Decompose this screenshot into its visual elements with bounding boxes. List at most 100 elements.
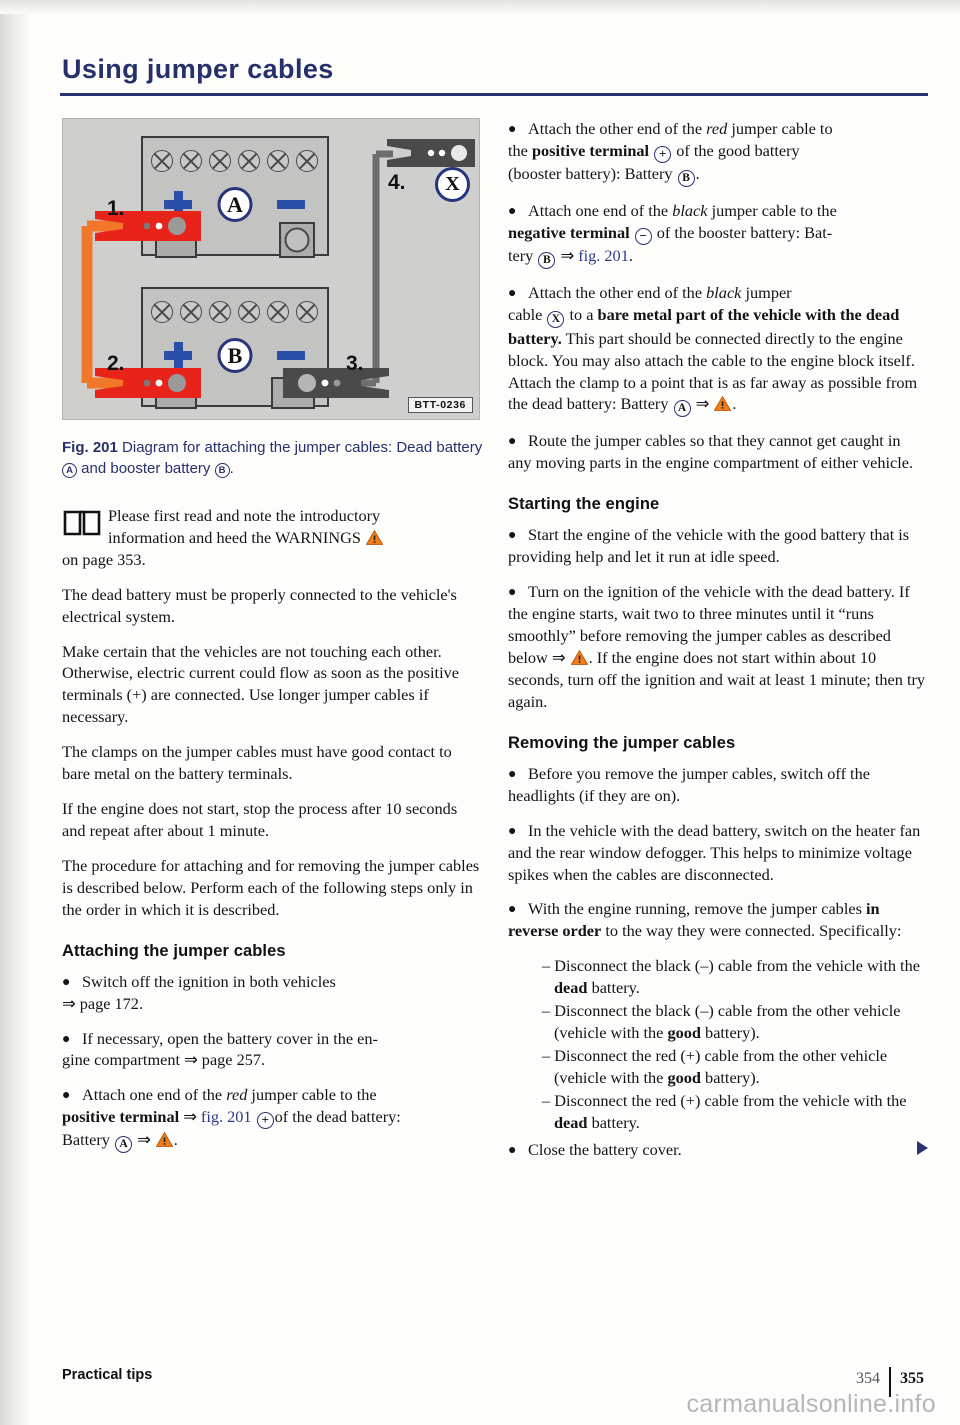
cell-icon bbox=[151, 301, 173, 323]
paragraph-clamps-contact: The clamps on the jumper cables must hav… bbox=[62, 742, 452, 784]
paragraph-procedure-order: The procedure for attaching and for remo… bbox=[62, 855, 480, 919]
disconnect-steps-list: – Disconnect the black (–) cable from th… bbox=[508, 955, 928, 1133]
subheading-attaching-cables: Attaching the jumper cables bbox=[62, 941, 286, 960]
bullet-dot bbox=[508, 768, 528, 782]
bullet-ignition-pageref: page 172. bbox=[79, 993, 144, 1013]
note-line-3: on page 353. bbox=[62, 549, 146, 569]
page-number-previous: 354 bbox=[856, 1370, 880, 1387]
warning-triangle-icon bbox=[570, 649, 588, 665]
bullet-red-bold: positive terminal bbox=[62, 1107, 180, 1127]
clamp-black-booster-negative bbox=[281, 364, 391, 407]
caption-badge-a: A bbox=[62, 463, 77, 479]
battery-badge-b: B bbox=[677, 169, 695, 187]
bullet-open-battery-cover: If necessary, open the battery cover in … bbox=[62, 1028, 482, 1072]
bullet-dot bbox=[508, 586, 528, 600]
bullet-red-text: Attach one end of the bbox=[82, 1085, 223, 1105]
warning-triangle-icon bbox=[155, 1131, 174, 1148]
bullet-ignition-text: Switch off the ignition in both vehicles bbox=[82, 971, 336, 991]
figure-caption-text: Diagram for attaching the jumper cables:… bbox=[122, 439, 483, 456]
bullet-red-other-text-2: jumper cable to bbox=[731, 119, 833, 138]
step-number-1: 1. bbox=[107, 197, 125, 220]
bullet-red-text-2: jumper cable to the bbox=[251, 1085, 377, 1105]
bullet-black-other-emphasis: black bbox=[706, 282, 742, 302]
cell-icon bbox=[209, 301, 231, 323]
ground-point-badge-x: X bbox=[547, 310, 565, 328]
page-number-current: 355 bbox=[900, 1370, 924, 1387]
paragraph-dead-battery: The dead battery must be properly connec… bbox=[62, 584, 457, 626]
dash-text-end: battery. bbox=[591, 1112, 640, 1132]
bullet-dot bbox=[508, 825, 528, 839]
jumper-cable-diagram: A B 1. 2. 3. 4. X BTT-0236 bbox=[62, 118, 480, 420]
bullet-dot bbox=[508, 435, 528, 449]
warning-triangle-icon bbox=[365, 529, 384, 545]
left-column: Please first read and note the introduct… bbox=[62, 505, 482, 1166]
battery-a-cells bbox=[151, 150, 318, 172]
bullet-route-text: Route the jumper cables so that they can… bbox=[508, 431, 914, 473]
figure-crossref-link[interactable]: fig. 201 bbox=[578, 246, 629, 265]
bullet-close-cover: Close the battery cover. bbox=[508, 1139, 928, 1161]
book-icon bbox=[62, 508, 102, 538]
figure-caption-label: Fig. 201 bbox=[62, 439, 118, 456]
cell-icon bbox=[238, 150, 260, 172]
battery-badge-a: A bbox=[115, 1136, 132, 1154]
dash-bold: good bbox=[667, 1022, 701, 1042]
cell-icon bbox=[267, 150, 289, 172]
warning-triangle-icon bbox=[713, 395, 732, 412]
bullet-start-engine: Start the engine of the vehicle with the… bbox=[508, 524, 928, 568]
title-rule bbox=[60, 93, 928, 96]
bullet-dot bbox=[508, 903, 528, 917]
dash-text-end: battery). bbox=[705, 1022, 760, 1042]
page-edge-shadow-left bbox=[0, 0, 30, 1425]
right-column: Attach the other end of the red jumper c… bbox=[508, 118, 928, 1174]
bullet-black-other-text-5: This part should be connected directly t… bbox=[508, 328, 918, 414]
bullet-dot bbox=[508, 529, 528, 543]
battery-a-negative-post bbox=[279, 222, 315, 258]
minus-terminal-icon bbox=[277, 200, 305, 209]
battery-b-cells bbox=[151, 301, 318, 323]
page-edge-shadow-top bbox=[0, 0, 960, 14]
caption-badge-b: B bbox=[214, 463, 230, 479]
bullet-red-text-3: of the dead battery: bbox=[274, 1107, 401, 1127]
bullet-reverse-text-2: to the way they were connected. Specific… bbox=[605, 921, 902, 941]
bullet-switch-off-headlights: Before you remove the jumper cables, swi… bbox=[508, 763, 928, 807]
bullet-red-other-bold: positive terminal bbox=[531, 140, 650, 160]
bullet-black-one-text-4: tery bbox=[508, 245, 534, 265]
bullet-black-other-text-3: cable bbox=[508, 304, 543, 324]
dash-text-end: battery). bbox=[705, 1067, 760, 1087]
bullet-dot bbox=[62, 976, 82, 990]
cell-icon bbox=[180, 150, 202, 172]
step-number-2: 2. bbox=[107, 352, 125, 375]
dash-bold: good bbox=[667, 1067, 701, 1087]
bullet-attach-red-dead: Attach one end of the red jumper cable t… bbox=[62, 1084, 482, 1154]
figure-code: BTT-0236 bbox=[407, 397, 473, 413]
bullet-dot bbox=[508, 1144, 528, 1158]
note-line-2: information and heed the WARNINGS bbox=[108, 527, 361, 547]
bullet-dot bbox=[508, 287, 528, 301]
figure-crossref-link[interactable]: fig. 201 bbox=[201, 1107, 252, 1126]
cell-icon bbox=[296, 150, 318, 172]
page-title: Using jumper cables bbox=[62, 54, 334, 84]
watermark: carmanualsonline.info bbox=[686, 1390, 936, 1418]
bullet-black-other-text-2: jumper bbox=[745, 282, 792, 302]
bullet-cover-text-2: gine compartment bbox=[62, 1050, 180, 1070]
bullet-black-other-text: Attach the other end of the bbox=[528, 282, 703, 302]
step-number-3: 3. bbox=[346, 352, 364, 375]
negative-terminal-icon: − bbox=[634, 227, 652, 245]
bullet-turn-on-ignition: Turn on the ignition of the vehicle with… bbox=[508, 581, 928, 712]
bullet-switch-off-ignition: Switch off the ignition in both vehicles… bbox=[62, 971, 482, 1015]
bullet-red-emphasis: red bbox=[226, 1085, 248, 1105]
positive-terminal-icon: + bbox=[654, 145, 672, 163]
bullet-start-text: Start the engine of the vehicle with the… bbox=[508, 525, 910, 567]
cell-icon bbox=[238, 301, 260, 323]
bullet-close-text: Close the battery cover. bbox=[528, 1140, 682, 1160]
bullet-black-one-text-2: jumper cable to the bbox=[711, 200, 837, 220]
cell-icon bbox=[267, 301, 289, 323]
manual-page: Using jumper cables A B 1. 2. 3. 4. X BT… bbox=[0, 0, 960, 1425]
bullet-black-one-emphasis: black bbox=[672, 200, 708, 220]
bullet-black-other-text-4: to a bbox=[569, 304, 594, 324]
step-number-4: 4. bbox=[388, 171, 406, 194]
introductory-note: Please first read and note the introduct… bbox=[62, 505, 482, 571]
battery-badge-a: A bbox=[673, 400, 691, 418]
bullet-attach-black-booster: Attach one end of the black jumper cable… bbox=[508, 200, 928, 269]
cell-icon bbox=[180, 301, 202, 323]
